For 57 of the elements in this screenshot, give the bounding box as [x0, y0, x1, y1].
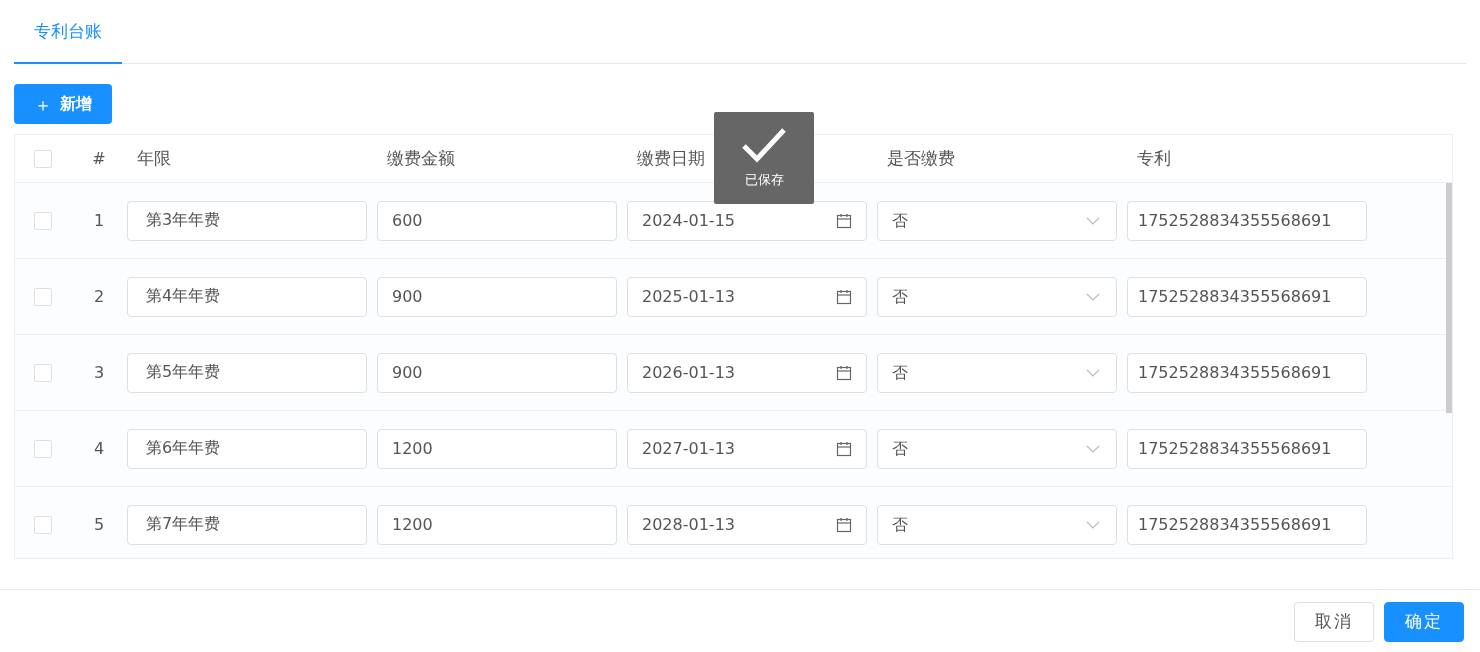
select-field[interactable]: 否 — [877, 504, 1117, 545]
input-field[interactable]: 900 — [377, 352, 617, 393]
input-field[interactable]: 600 — [377, 200, 617, 241]
select-field[interactable]: 否 — [877, 276, 1117, 317]
checkbox[interactable] — [34, 363, 52, 382]
cancel-button[interactable]: 取消 — [1294, 602, 1374, 642]
calendar-icon — [836, 288, 852, 305]
plus-icon: ＋ — [34, 90, 52, 118]
column-header: 是否缴费 — [887, 147, 955, 168]
input-field[interactable]: 1752528834355568691 — [1127, 352, 1367, 393]
input-field[interactable]: 1200 — [377, 428, 617, 469]
column-header: 缴费日期 — [637, 147, 705, 168]
table-cell-text: 4 — [92, 437, 106, 460]
input-field[interactable]: 1752528834355568691 — [1127, 504, 1367, 545]
input-field[interactable]: 900 — [377, 276, 617, 317]
chevron-down-icon — [1086, 368, 1100, 377]
table-cell-text: 2 — [92, 285, 106, 308]
input-field[interactable]: 第4年年费 — [127, 276, 367, 317]
column-header: 缴费金额 — [387, 147, 455, 168]
checkbox[interactable] — [34, 211, 52, 230]
input-field[interactable]: 1752528834355568691 — [1127, 428, 1367, 469]
date-field[interactable]: 2024-01-15 — [627, 200, 867, 241]
date-field[interactable]: 2027-01-13 — [627, 428, 867, 469]
date-field[interactable]: 2028-01-13 — [627, 504, 867, 545]
checkbox[interactable] — [34, 439, 52, 458]
select-field[interactable]: 否 — [877, 428, 1117, 469]
input-field[interactable]: 第6年年费 — [127, 428, 367, 469]
column-header: # — [92, 147, 106, 170]
checkmark-icon — [741, 126, 787, 165]
chevron-down-icon — [1086, 520, 1100, 529]
table-cell-text: 1 — [92, 209, 106, 232]
calendar-icon — [836, 212, 852, 229]
table-cell-text: 5 — [92, 513, 106, 536]
select-field[interactable]: 否 — [877, 352, 1117, 393]
chevron-down-icon — [1086, 216, 1100, 225]
scrollbar[interactable] — [1446, 183, 1452, 413]
table-cell-text: 3 — [92, 361, 106, 384]
input-field[interactable]: 第7年年费 — [127, 504, 367, 545]
calendar-icon — [836, 440, 852, 457]
calendar-icon — [836, 516, 852, 533]
chevron-down-icon — [1086, 444, 1100, 453]
column-header: 专利 — [1137, 147, 1171, 168]
input-field[interactable]: 1200 — [377, 504, 617, 545]
input-field[interactable]: 1752528834355568691 — [1127, 276, 1367, 317]
toast-text: 已保存 — [744, 171, 784, 190]
checkbox[interactable] — [34, 287, 52, 306]
checkbox[interactable] — [34, 515, 52, 534]
checkbox[interactable] — [34, 149, 52, 168]
input-field[interactable]: 第3年年费 — [127, 200, 367, 241]
calendar-icon — [836, 364, 852, 381]
column-header: 年限 — [137, 147, 171, 168]
select-field[interactable]: 否 — [877, 200, 1117, 241]
input-field[interactable]: 第5年年费 — [127, 352, 367, 393]
input-field[interactable]: 1752528834355568691 — [1127, 200, 1367, 241]
chevron-down-icon — [1086, 292, 1100, 301]
date-field[interactable]: 2026-01-13 — [627, 352, 867, 393]
date-field[interactable]: 2025-01-13 — [627, 276, 867, 317]
